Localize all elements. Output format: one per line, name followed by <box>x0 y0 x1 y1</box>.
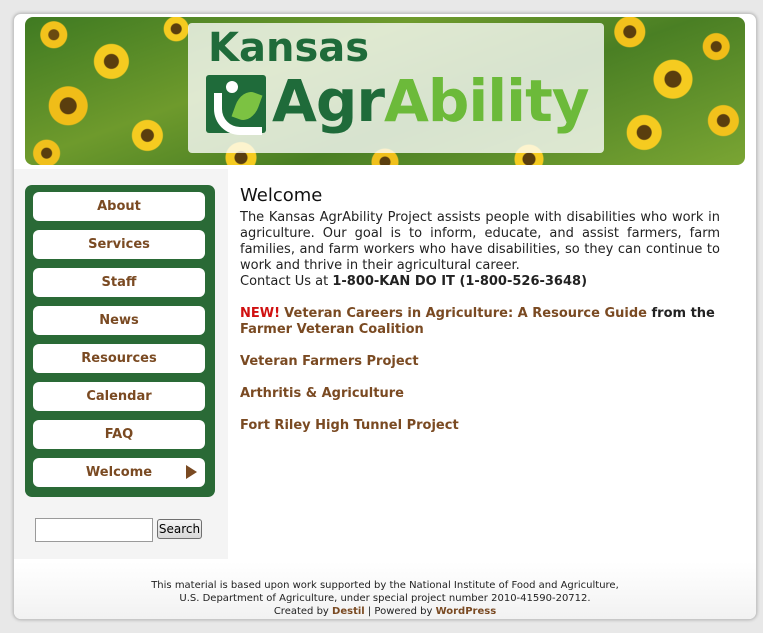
arthritis-agriculture-link[interactable]: Arthritis & Agriculture <box>240 386 404 401</box>
logo-text-agr: Agr <box>272 67 385 135</box>
veteran-guide-link[interactable]: Veteran Careers in Agriculture: A Resour… <box>284 306 647 321</box>
veteran-farmers-project-link[interactable]: Veteran Farmers Project <box>240 354 419 369</box>
contact-prefix: Contact Us at <box>240 274 333 289</box>
nav-item-label: Resources <box>81 351 157 366</box>
nav-item-faq[interactable]: FAQ <box>33 420 205 449</box>
contact-phone: 1-800-KAN DO IT (1-800-526-3648) <box>332 274 588 289</box>
page-container: Kansas AgrAbility About Services Staff N… <box>13 13 757 620</box>
nav-item-label: Staff <box>101 275 137 290</box>
search-button[interactable]: Search <box>157 519 202 539</box>
farmer-veteran-coalition-link[interactable]: Farmer Veteran Coalition <box>240 322 424 337</box>
list-item: Fort Riley High Tunnel Project <box>240 418 720 434</box>
nav-item-services[interactable]: Services <box>33 230 205 259</box>
nav-item-label: Welcome <box>85 465 153 480</box>
nav-item-label: FAQ <box>104 427 134 442</box>
new-badge: NEW! <box>240 306 281 321</box>
nav-item-label: Services <box>88 237 150 252</box>
nav-item-staff[interactable]: Staff <box>33 268 205 297</box>
veteran-guide-paragraph: NEW! Veteran Careers in Agriculture: A R… <box>240 306 720 338</box>
nav-item-calendar[interactable]: Calendar <box>33 382 205 411</box>
contact-line: Contact Us at 1-800-KAN DO IT (1-800-526… <box>240 274 720 290</box>
destil-link[interactable]: Destil <box>332 606 365 617</box>
footer: This material is based upon work support… <box>14 562 756 619</box>
nav-item-label: News <box>99 313 139 328</box>
from-text: from the <box>646 306 715 321</box>
fort-riley-high-tunnel-link[interactable]: Fort Riley High Tunnel Project <box>240 418 459 433</box>
nav-item-label: About <box>97 199 141 214</box>
logo-text-agrability: AgrAbility <box>272 67 590 135</box>
intro-text: The Kansas AgrAbility Project assists pe… <box>240 210 720 273</box>
main-nav: About Services Staff News Resources Cale… <box>25 185 215 497</box>
list-item: Veteran Farmers Project <box>240 354 720 370</box>
sidebar: About Services Staff News Resources Cale… <box>14 169 228 559</box>
nav-item-label: Calendar <box>86 389 152 404</box>
search-input[interactable] <box>35 518 153 542</box>
footer-separator: | Powered by <box>364 606 436 617</box>
footer-credits: Created by Destil | Powered by WordPress <box>14 605 756 618</box>
nav-item-about[interactable]: About <box>33 192 205 221</box>
nav-item-resources[interactable]: Resources <box>33 344 205 373</box>
wordpress-link[interactable]: WordPress <box>436 606 497 617</box>
footer-created-by: Created by <box>273 606 333 617</box>
nav-item-welcome[interactable]: Welcome <box>33 458 205 487</box>
logo-text-kansas: Kansas <box>208 25 370 71</box>
list-item: Arthritis & Agriculture <box>240 386 720 402</box>
footer-funding-line-2: U.S. Department of Agriculture, under sp… <box>179 593 591 604</box>
nav-item-news[interactable]: News <box>33 306 205 335</box>
logo-text-ability: Ability <box>384 67 590 135</box>
page-title: Welcome <box>240 185 323 206</box>
site-logo[interactable]: Kansas AgrAbility <box>188 23 604 153</box>
main-content: Welcome The Kansas AgrAbility Project as… <box>240 184 720 450</box>
footer-funding-line-1: This material is based upon work support… <box>151 580 619 591</box>
agrability-mark-icon <box>206 75 266 135</box>
current-page-arrow-icon <box>186 465 197 479</box>
header-banner: Kansas AgrAbility <box>25 17 745 165</box>
